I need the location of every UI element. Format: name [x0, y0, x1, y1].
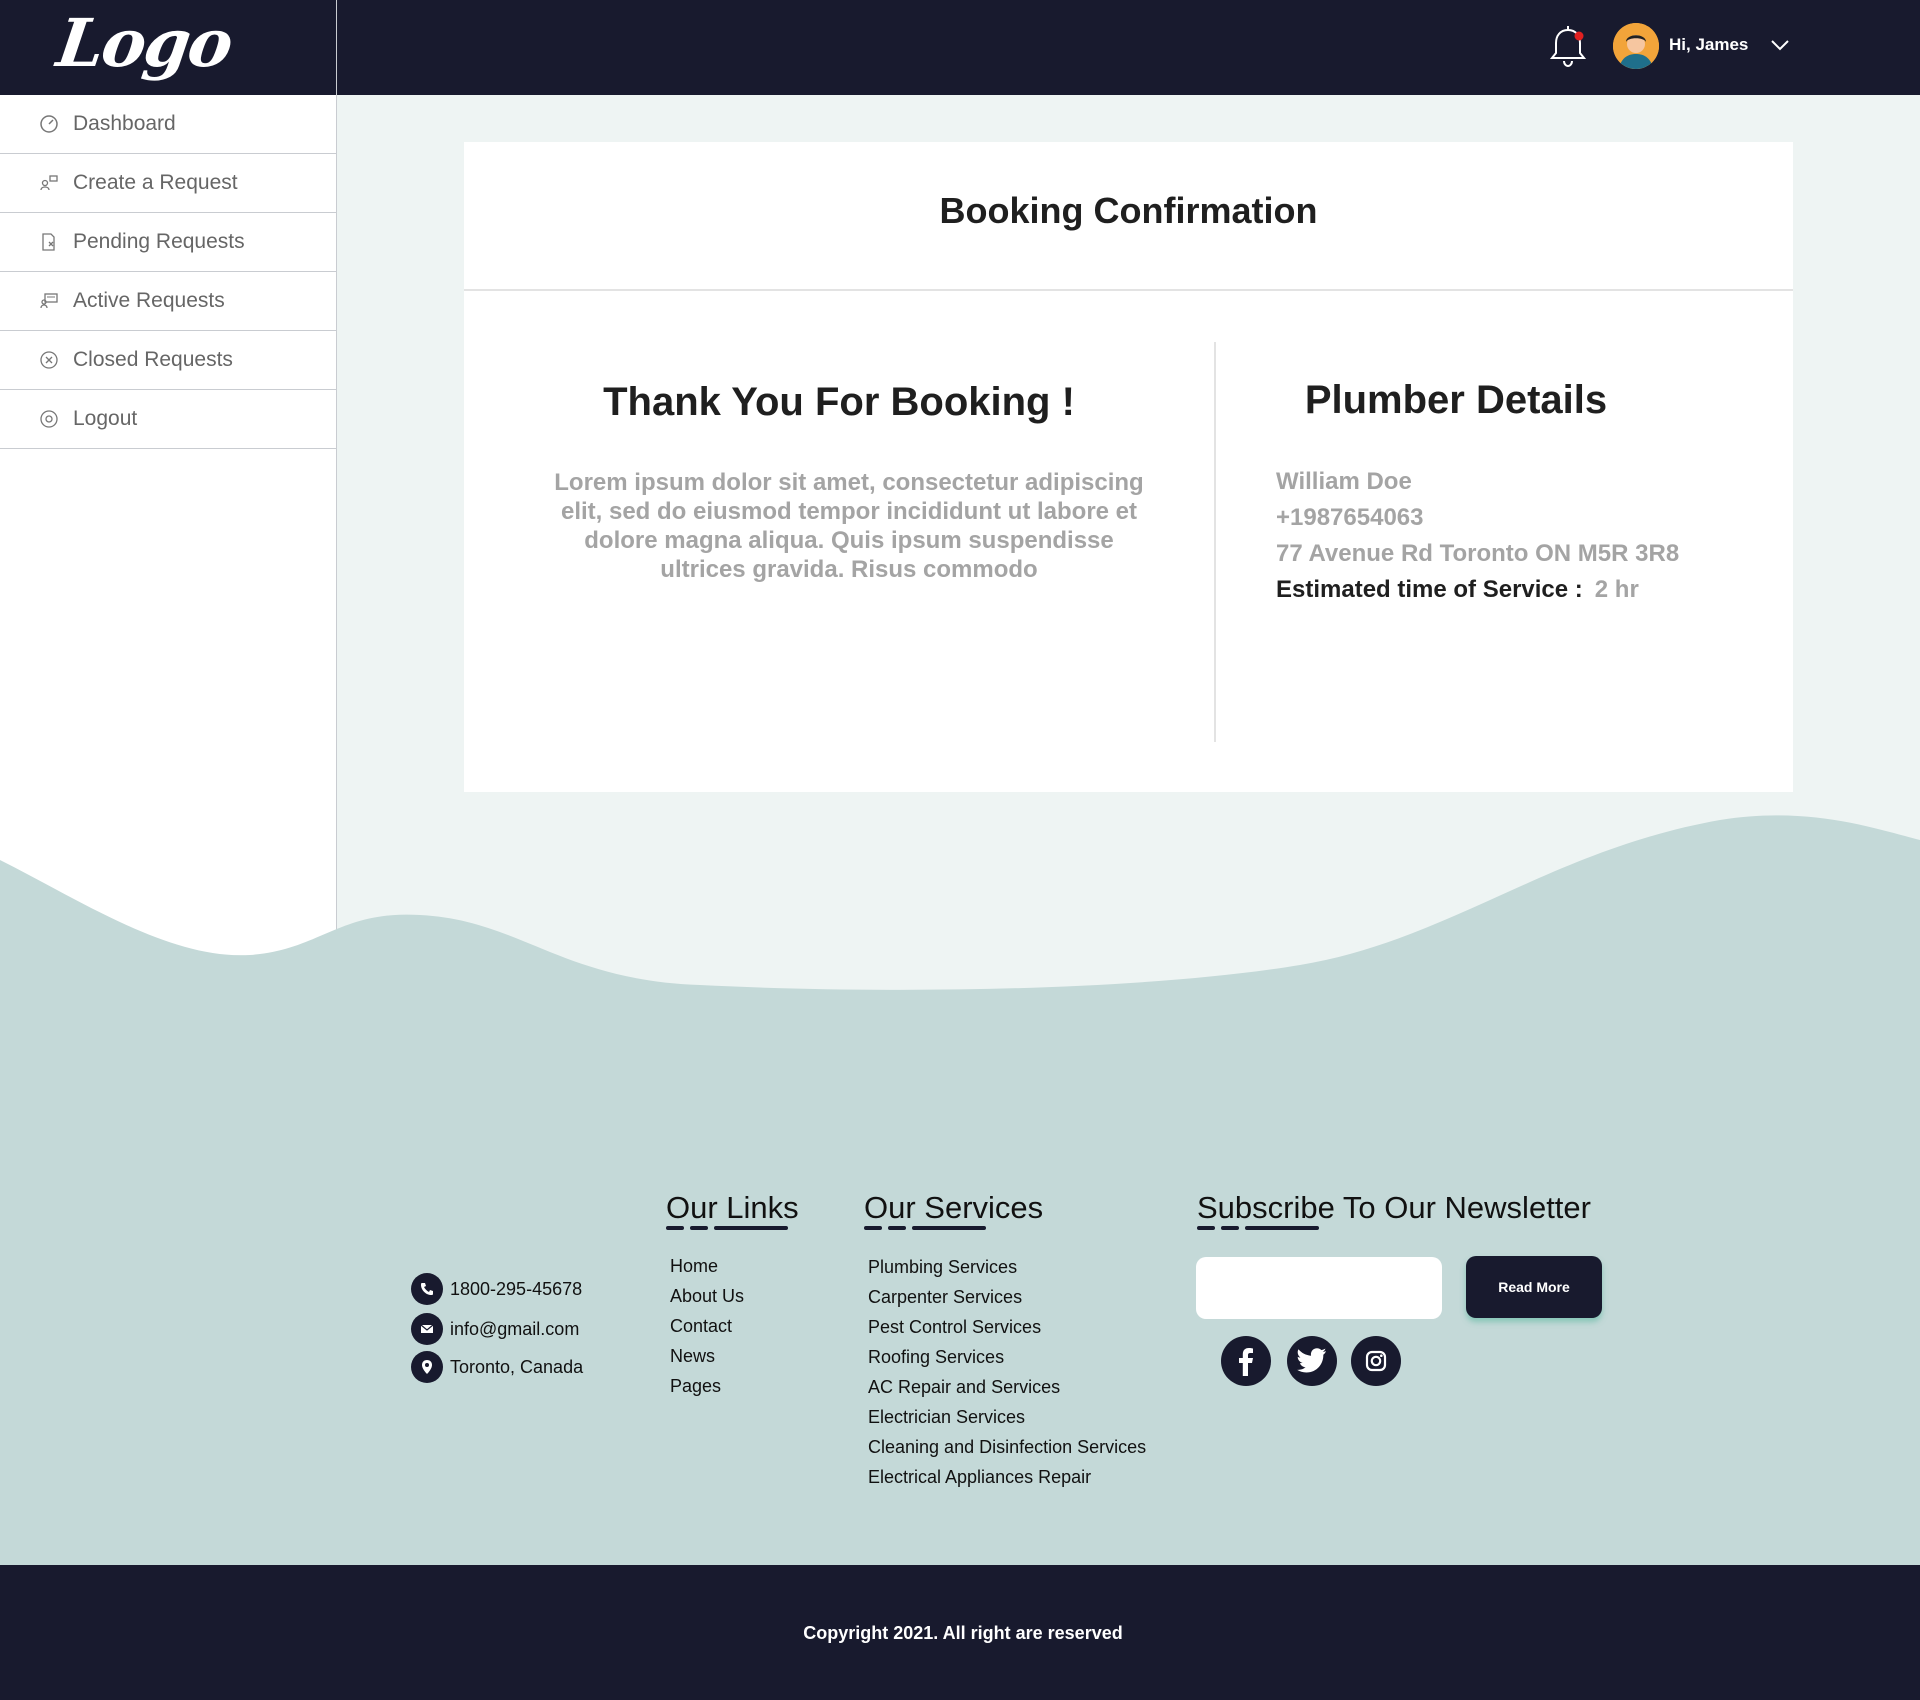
plumber-details-heading: Plumber Details: [1304, 378, 1608, 422]
page-title: Booking Confirmation: [939, 190, 1318, 231]
sidebar-item-label: Pending Requests: [73, 230, 245, 253]
footer-service-item[interactable]: Roofing Services: [868, 1342, 1146, 1372]
contact-email-text: info@gmail.com: [450, 1318, 580, 1339]
plumber-address: 77 Avenue Rd Toronto ON M5R 3R8: [1276, 540, 1680, 567]
footer-service-item[interactable]: AC Repair and Services: [868, 1372, 1146, 1402]
sidebar-item-closed-requests[interactable]: Closed Requests: [0, 331, 336, 390]
copyright-bar: Copyright 2021. All right are reserved: [0, 1565, 1920, 1700]
closed-circle-icon: [39, 350, 59, 370]
estimated-time: Estimated time of Service : 2 hr: [1276, 576, 1639, 604]
sidebar-item-active-requests[interactable]: Active Requests: [0, 272, 336, 331]
heading-underline: [1221, 1226, 1239, 1230]
contact-location[interactable]: Toronto, Canada: [411, 1351, 583, 1383]
thank-you-heading: Thank You For Booking !: [603, 380, 1075, 424]
chevron-down-icon[interactable]: [1770, 38, 1790, 52]
gauge-icon: [39, 114, 59, 134]
heading-underline: [666, 1226, 684, 1230]
heading-underline: [912, 1226, 986, 1230]
booking-confirmation-card: Booking Confirmation Thank You For Booki…: [464, 142, 1793, 792]
footer-link-contact[interactable]: Contact: [670, 1311, 744, 1341]
heading-underline: [1245, 1226, 1319, 1230]
heading-underline: [714, 1226, 788, 1230]
location-pin-icon: [411, 1351, 443, 1383]
logout-icon: [39, 409, 59, 429]
our-services-heading: Our Services: [864, 1190, 1044, 1225]
instagram-icon[interactable]: [1351, 1336, 1401, 1386]
read-more-button[interactable]: Read More: [1466, 1256, 1602, 1318]
footer-service-item[interactable]: Carpenter Services: [868, 1282, 1146, 1312]
sidebar-item-label: Dashboard: [73, 112, 176, 135]
phone-icon: [411, 1273, 443, 1305]
our-links-heading: Our Links: [666, 1190, 799, 1225]
estimated-time-value: 2 hr: [1594, 576, 1639, 603]
sidebar-item-dashboard[interactable]: Dashboard: [0, 95, 336, 154]
confirmation-message: Lorem ipsum dolor sit amet, consectetur …: [554, 469, 1144, 583]
footer-link-news[interactable]: News: [670, 1341, 744, 1371]
logo-area: Logo: [0, 0, 337, 95]
top-navbar: Logo Hi, James: [0, 0, 1920, 95]
user-avatar-icon: [1613, 23, 1659, 69]
contact-email[interactable]: info@gmail.com: [411, 1313, 579, 1345]
footer-service-item[interactable]: Electrical Appliances Repair: [868, 1462, 1146, 1492]
create-request-icon: [39, 173, 59, 193]
footer-link-about[interactable]: About Us: [670, 1281, 744, 1311]
notification-bell-icon[interactable]: [1546, 24, 1590, 70]
footer-link-pages[interactable]: Pages: [670, 1371, 744, 1401]
user-avatar[interactable]: [1613, 23, 1659, 69]
sidebar-item-logout[interactable]: Logout: [0, 390, 336, 449]
newsletter-heading: Subscribe To Our Newsletter: [1197, 1190, 1591, 1225]
estimated-time-label: Estimated time of Service :: [1276, 576, 1583, 603]
sidebar-item-label: Closed Requests: [73, 348, 233, 371]
our-services-list: Plumbing Services Carpenter Services Pes…: [868, 1252, 1146, 1492]
sidebar-item-pending-requests[interactable]: Pending Requests: [0, 213, 336, 272]
newsletter-email-input[interactable]: [1196, 1257, 1442, 1319]
footer-service-item[interactable]: Pest Control Services: [868, 1312, 1146, 1342]
facebook-icon[interactable]: [1221, 1336, 1271, 1386]
logo[interactable]: Logo: [53, 4, 237, 82]
heading-underline: [1197, 1226, 1215, 1230]
email-icon: [411, 1313, 443, 1345]
twitter-icon[interactable]: [1287, 1336, 1337, 1386]
heading-underline: [690, 1226, 708, 1230]
footer-link-home[interactable]: Home: [670, 1251, 744, 1281]
sidebar-item-create-request[interactable]: Create a Request: [0, 154, 336, 213]
user-greeting[interactable]: Hi, James: [1669, 35, 1748, 55]
divider: [464, 289, 1793, 291]
sidebar-item-label: Active Requests: [73, 289, 225, 312]
footer-service-item[interactable]: Electrician Services: [868, 1402, 1146, 1432]
contact-phone-text: 1800-295-45678: [450, 1278, 583, 1299]
sidebar-item-label: Logout: [73, 407, 138, 430]
pending-document-icon: [39, 232, 59, 252]
footer-service-item[interactable]: Plumbing Services: [868, 1252, 1146, 1282]
our-links-list: Home About Us Contact News Pages: [670, 1251, 744, 1401]
contact-location-text: Toronto, Canada: [450, 1356, 584, 1377]
footer-wave: [0, 815, 1920, 1080]
active-requests-icon: [39, 291, 59, 311]
heading-underline: [864, 1226, 882, 1230]
plumber-name: William Doe: [1276, 468, 1412, 495]
copyright-text: Copyright 2021. All right are reserved: [803, 1623, 1123, 1643]
heading-underline: [888, 1226, 906, 1230]
plumber-phone: +1987654063: [1276, 504, 1424, 531]
footer-service-item[interactable]: Cleaning and Disinfection Services: [868, 1432, 1146, 1462]
sidebar-item-label: Create a Request: [73, 171, 238, 194]
contact-phone[interactable]: 1800-295-45678: [411, 1273, 582, 1305]
